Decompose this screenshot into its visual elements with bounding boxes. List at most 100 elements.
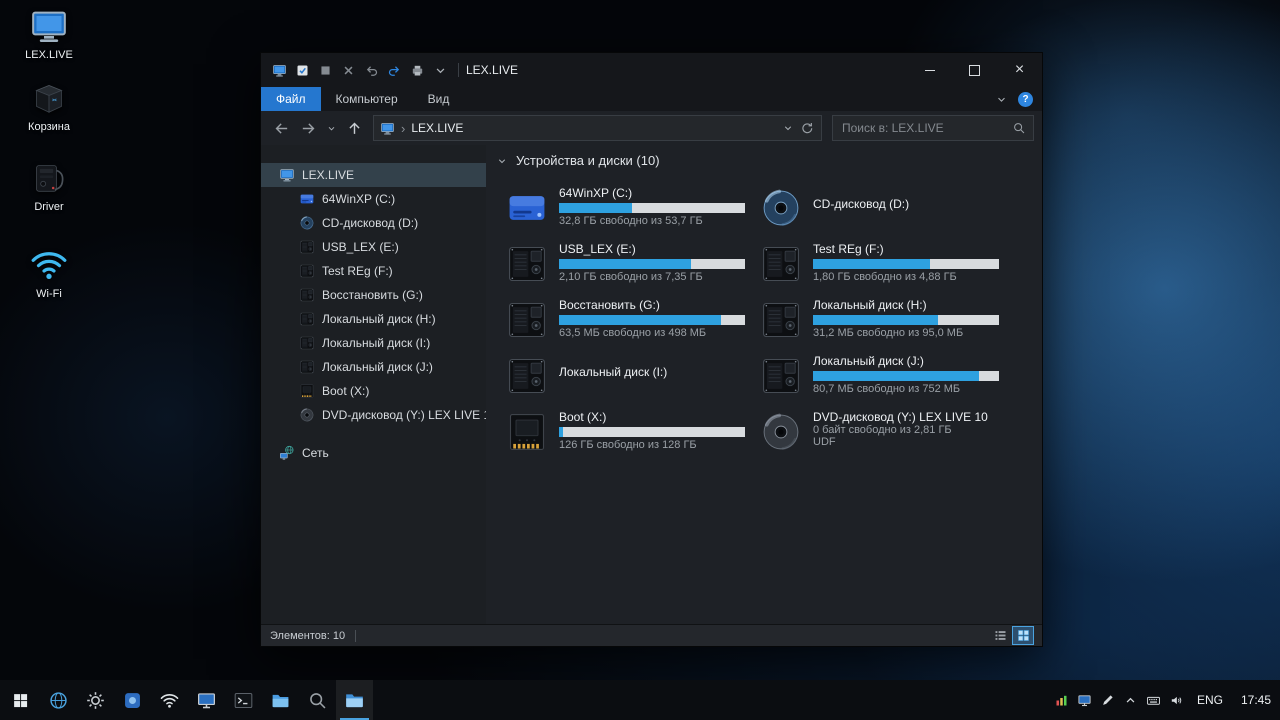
taskbar-icon-app[interactable] [114, 680, 151, 720]
drive-free-space: 2,10 ГБ свободно из 7,35 ГБ [559, 271, 745, 283]
sidebar-item-drive-g[interactable]: Восстановить (G:) [261, 283, 486, 307]
taskbar-pinned-apps [40, 680, 373, 720]
sidebar-item-drive-f[interactable]: Test REg (F:) [261, 259, 486, 283]
redo-icon[interactable] [384, 60, 405, 81]
pen-icon[interactable] [1096, 680, 1119, 720]
sidebar-item-drive-h[interactable]: Локальный диск (H:) [261, 307, 486, 331]
search-box[interactable] [832, 115, 1034, 141]
tab-view[interactable]: Вид [413, 87, 465, 111]
drive-name: Локальный диск (J:) [813, 354, 999, 368]
desktop-icon-driver[interactable]: Driver [10, 158, 88, 213]
window-body: LEX.LIVE64WinXP (C:)CD-дисковод (D:)USB_… [261, 145, 1042, 624]
explorer-window: LEX.LIVE × ФайлКомпьютерВид ? › LEX.LIVE [260, 52, 1043, 647]
minimize-button[interactable] [907, 53, 952, 87]
sidebar-item-label: Локальный диск (J:) [322, 360, 433, 374]
keyboard-icon[interactable] [1142, 680, 1165, 720]
taskbar-icon-browser[interactable] [40, 680, 77, 720]
desktop-icon-recycle-bin[interactable]: Корзина [10, 78, 88, 133]
language-indicator[interactable]: ENG [1188, 693, 1232, 707]
quick-access-toolbar [261, 60, 451, 81]
taskbar-icon-wifi[interactable] [151, 680, 188, 720]
drive-name: Восстановить (G:) [559, 298, 745, 312]
drive-name: Test REg (F:) [813, 242, 999, 256]
chevron-down-icon[interactable] [430, 60, 451, 81]
sidebar-item-label: DVD-дисковод (Y:) LEX LIVE 10 [322, 408, 486, 422]
square-icon[interactable] [315, 60, 336, 81]
drive-name: CD-дисковод (D:) [813, 197, 909, 211]
drive-tile-h[interactable]: Локальный диск (H:)31,2 МБ свободно из 9… [758, 297, 1010, 347]
refresh-icon[interactable] [799, 116, 815, 140]
checkbox-icon[interactable] [292, 60, 313, 81]
cd-icon [758, 185, 804, 231]
sidebar-item-lexlive[interactable]: LEX.LIVE [261, 163, 486, 187]
taskbar-icon-folder[interactable] [262, 680, 299, 720]
title-bar[interactable]: LEX.LIVE × [261, 53, 1042, 87]
sidebar-item-network[interactable]: Сеть [261, 441, 486, 465]
volume-icon[interactable] [1165, 680, 1188, 720]
search-input[interactable] [840, 120, 1008, 136]
sidebar-item-drive-y[interactable]: DVD-дисковод (Y:) LEX LIVE 10 [261, 403, 486, 427]
taskbar-icon-explorer[interactable] [336, 680, 373, 720]
drive-name: 64WinXP (C:) [559, 186, 745, 200]
drive-tile-f[interactable]: Test REg (F:)1,80 ГБ свободно из 4,88 ГБ [758, 241, 1010, 291]
drive-tile-j[interactable]: Локальный диск (J:)80,7 МБ свободно из 7… [758, 353, 1010, 403]
drive-tile-d[interactable]: CD-дисковод (D:) [758, 185, 1010, 235]
drive-tile-e[interactable]: USB_LEX (E:)2,10 ГБ свободно из 7,35 ГБ [504, 241, 756, 291]
taskbar-icon-settings[interactable] [77, 680, 114, 720]
close-button[interactable]: × [997, 53, 1042, 87]
drive-tile-c[interactable]: 64WinXP (C:) 32,8 ГБ свободно из 53,7 ГБ [504, 185, 756, 235]
hdd-icon [758, 297, 804, 343]
start-button[interactable] [0, 680, 40, 720]
address-box[interactable]: › LEX.LIVE [373, 115, 822, 141]
maximize-button[interactable] [952, 53, 997, 87]
collapse-chevron-icon[interactable] [496, 155, 508, 167]
drive-tile-y[interactable]: DVD-дисковод (Y:) LEX LIVE 100 байт своб… [758, 409, 1010, 459]
taskbar-icon-search[interactable] [299, 680, 336, 720]
hdd-icon [504, 297, 550, 343]
display-icon[interactable] [1073, 680, 1096, 720]
help-button[interactable]: ? [1018, 92, 1033, 107]
drive-tile-i[interactable]: Локальный диск (I:) [504, 353, 756, 403]
sidebar-item-label: Test REg (F:) [322, 264, 393, 278]
drive-tile-g[interactable]: Восстановить (G:)63,5 МБ свободно из 498… [504, 297, 756, 347]
breadcrumb[interactable]: LEX.LIVE [411, 121, 463, 135]
computer-icon[interactable] [269, 60, 290, 81]
sidebar-item-label: Локальный диск (H:) [322, 312, 436, 326]
drive-name: Локальный диск (H:) [813, 298, 999, 312]
sidebar-item-drive-j[interactable]: Локальный диск (J:) [261, 355, 486, 379]
tab-file[interactable]: Файл [261, 87, 321, 111]
search-icon [1012, 121, 1026, 135]
sidebar-item-drive-d[interactable]: CD-дисковод (D:) [261, 211, 486, 235]
clock[interactable]: 17:45 [1232, 693, 1280, 707]
sidebar-item-drive-i[interactable]: Локальный диск (I:) [261, 331, 486, 355]
sidebar-item-label: Восстановить (G:) [322, 288, 423, 302]
undo-icon[interactable] [361, 60, 382, 81]
back-icon[interactable] [269, 116, 293, 140]
sidebar-item-drive-e[interactable]: USB_LEX (E:) [261, 235, 486, 259]
hdd-icon [299, 335, 315, 351]
desktop-icon-computer[interactable]: LEX.LIVE [10, 6, 88, 61]
desktop-icon-wifi[interactable]: Wi-Fi [10, 245, 88, 300]
chevron-up-icon[interactable] [1119, 680, 1142, 720]
device-icon[interactable] [407, 60, 428, 81]
drive-tile-x[interactable]: Boot (X:)126 ГБ свободно из 128 ГБ [504, 409, 756, 459]
up-icon[interactable] [342, 116, 366, 140]
details-view-button[interactable] [990, 627, 1010, 644]
drive-free-space: 32,8 ГБ свободно из 53,7 ГБ [559, 215, 745, 227]
status-bar: Элементов: 10 [261, 624, 1042, 646]
history-chevron-icon[interactable] [323, 116, 339, 140]
taskbar-icon-display[interactable] [188, 680, 225, 720]
taskbar-icon-terminal[interactable] [225, 680, 262, 720]
large-icons-view-button[interactable] [1013, 627, 1033, 644]
group-header[interactable]: Устройства и диски (10) [496, 153, 660, 168]
chart-icon[interactable] [1050, 680, 1073, 720]
address-dropdown-chevron-icon[interactable] [780, 116, 796, 140]
forward-icon[interactable] [296, 116, 320, 140]
tab-computer[interactable]: Компьютер [321, 87, 413, 111]
drive-usage-fill [559, 203, 632, 213]
ribbon-expand-chevron-icon[interactable] [993, 87, 1009, 111]
sidebar-item-drive-c[interactable]: 64WinXP (C:) [261, 187, 486, 211]
close-gray-icon[interactable] [338, 60, 359, 81]
sidebar-item-drive-x[interactable]: Boot (X:) [261, 379, 486, 403]
tray-icons [1050, 680, 1188, 720]
